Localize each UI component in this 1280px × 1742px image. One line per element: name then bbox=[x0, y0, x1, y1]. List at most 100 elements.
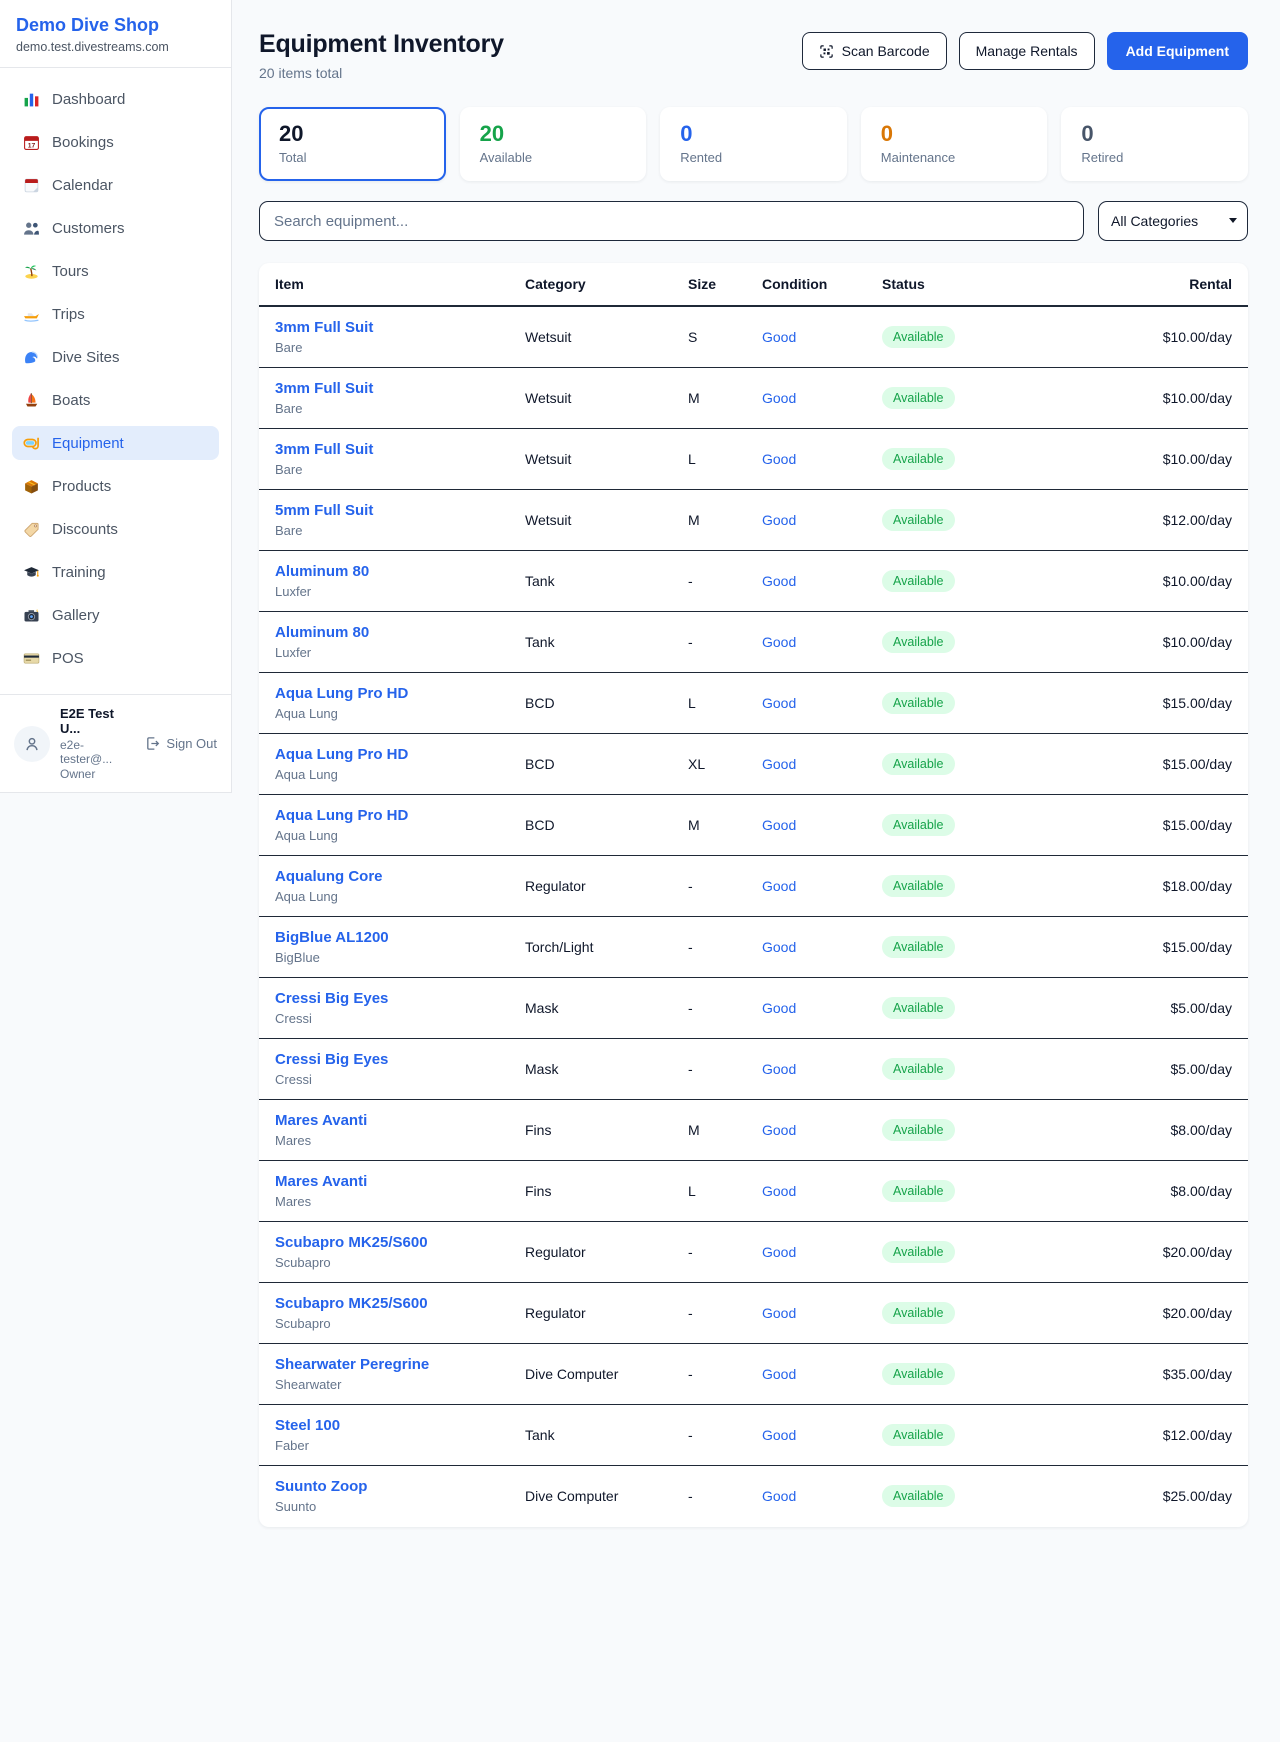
condition-link[interactable]: Good bbox=[762, 1366, 796, 1382]
stat-card-retired[interactable]: 0 Retired bbox=[1061, 107, 1248, 181]
item-link[interactable]: Cressi Big Eyes bbox=[275, 1051, 388, 1068]
condition-link[interactable]: Good bbox=[762, 878, 796, 894]
item-link[interactable]: 3mm Full Suit bbox=[275, 441, 373, 458]
sidebar-item-boats[interactable]: Boats bbox=[12, 383, 219, 417]
svg-text:17: 17 bbox=[27, 142, 35, 149]
stat-value: 0 bbox=[680, 121, 827, 147]
sidebar-item-bookings[interactable]: 17 Bookings bbox=[12, 125, 219, 159]
item-link[interactable]: Suunto Zoop bbox=[275, 1478, 367, 1495]
calendar-icon bbox=[22, 176, 40, 194]
condition-link[interactable]: Good bbox=[762, 695, 796, 711]
condition-link[interactable]: Good bbox=[762, 939, 796, 955]
condition-link[interactable]: Good bbox=[762, 1000, 796, 1016]
equipment-row-3mm-full-suit[interactable]: 3mm Full Suit Bare Wetsuit L Good Availa… bbox=[259, 429, 1248, 490]
condition-link[interactable]: Good bbox=[762, 512, 796, 528]
item-link[interactable]: Scubapro MK25/S600 bbox=[275, 1295, 428, 1312]
item-link[interactable]: BigBlue AL1200 bbox=[275, 929, 389, 946]
sidebar-item-label: Trips bbox=[52, 306, 85, 323]
equipment-row-shearwater-peregrine[interactable]: Shearwater Peregrine Shearwater Dive Com… bbox=[259, 1344, 1248, 1405]
condition-link[interactable]: Good bbox=[762, 756, 796, 772]
manage-rentals-button[interactable]: Manage Rentals bbox=[959, 32, 1095, 70]
equipment-row-aqua-lung-pro-hd[interactable]: Aqua Lung Pro HD Aqua Lung BCD XL Good A… bbox=[259, 734, 1248, 795]
equipment-row-scubapro-mk25-s600[interactable]: Scubapro MK25/S600 Scubapro Regulator - … bbox=[259, 1283, 1248, 1344]
stat-card-rented[interactable]: 0 Rented bbox=[660, 107, 847, 181]
sidebar-item-training[interactable]: Training bbox=[12, 555, 219, 589]
add-equipment-button[interactable]: Add Equipment bbox=[1107, 32, 1248, 70]
sign-out-button[interactable]: Sign Out bbox=[145, 736, 217, 751]
equipment-row-cressi-big-eyes[interactable]: Cressi Big Eyes Cressi Mask - Good Avail… bbox=[259, 978, 1248, 1039]
equipment-row-bigblue-al1200[interactable]: BigBlue AL1200 BigBlue Torch/Light - Goo… bbox=[259, 917, 1248, 978]
sidebar-item-gallery[interactable]: Gallery bbox=[12, 598, 219, 632]
person-icon bbox=[23, 735, 41, 753]
category-cell: Torch/Light bbox=[525, 939, 688, 955]
item-link[interactable]: Steel 100 bbox=[275, 1417, 340, 1434]
sidebar-header: Demo Dive Shop demo.test.divestreams.com bbox=[0, 0, 231, 68]
rental-cell: $18.00/day bbox=[1044, 878, 1232, 894]
item-link[interactable]: Shearwater Peregrine bbox=[275, 1356, 429, 1373]
column-condition: Condition bbox=[762, 276, 882, 292]
condition-link[interactable]: Good bbox=[762, 329, 796, 345]
item-link[interactable]: Aqua Lung Pro HD bbox=[275, 685, 408, 702]
status-cell: Available bbox=[882, 387, 1044, 409]
item-link[interactable]: 5mm Full Suit bbox=[275, 502, 373, 519]
equipment-row-scubapro-mk25-s600[interactable]: Scubapro MK25/S600 Scubapro Regulator - … bbox=[259, 1222, 1248, 1283]
stat-card-maintenance[interactable]: 0 Maintenance bbox=[861, 107, 1048, 181]
condition-link[interactable]: Good bbox=[762, 817, 796, 833]
sidebar-item-discounts[interactable]: Discounts bbox=[12, 512, 219, 546]
item-link[interactable]: Cressi Big Eyes bbox=[275, 990, 388, 1007]
item-link[interactable]: Aluminum 80 bbox=[275, 624, 369, 641]
equipment-row-aluminum-80[interactable]: Aluminum 80 Luxfer Tank - Good Available… bbox=[259, 551, 1248, 612]
sidebar-item-customers[interactable]: Customers bbox=[12, 211, 219, 245]
sidebar-item-pos[interactable]: POS bbox=[12, 641, 219, 675]
condition-link[interactable]: Good bbox=[762, 634, 796, 650]
condition-link[interactable]: Good bbox=[762, 573, 796, 589]
category-cell: Wetsuit bbox=[525, 451, 688, 467]
equipment-row-aluminum-80[interactable]: Aluminum 80 Luxfer Tank - Good Available… bbox=[259, 612, 1248, 673]
item-link[interactable]: 3mm Full Suit bbox=[275, 380, 373, 397]
stat-card-total[interactable]: 20 Total bbox=[259, 107, 446, 181]
condition-link[interactable]: Good bbox=[762, 1427, 796, 1443]
sidebar-item-tours[interactable]: Tours bbox=[12, 254, 219, 288]
sidebar-item-trips[interactable]: Trips bbox=[12, 297, 219, 331]
condition-link[interactable]: Good bbox=[762, 1244, 796, 1260]
equipment-row-aqua-lung-pro-hd[interactable]: Aqua Lung Pro HD Aqua Lung BCD L Good Av… bbox=[259, 673, 1248, 734]
credit-card-icon bbox=[22, 649, 40, 667]
equipment-row-mares-avanti[interactable]: Mares Avanti Mares Fins M Good Available… bbox=[259, 1100, 1248, 1161]
equipment-row-3mm-full-suit[interactable]: 3mm Full Suit Bare Wetsuit M Good Availa… bbox=[259, 368, 1248, 429]
equipment-row-3mm-full-suit[interactable]: 3mm Full Suit Bare Wetsuit S Good Availa… bbox=[259, 307, 1248, 368]
sidebar-item-calendar[interactable]: Calendar bbox=[12, 168, 219, 202]
condition-link[interactable]: Good bbox=[762, 390, 796, 406]
item-link[interactable]: Aluminum 80 bbox=[275, 563, 369, 580]
equipment-row-suunto-zoop[interactable]: Suunto Zoop Suunto Dive Computer - Good … bbox=[259, 1466, 1248, 1527]
condition-link[interactable]: Good bbox=[762, 1183, 796, 1199]
status-badge: Available bbox=[882, 387, 955, 409]
sidebar-item-dashboard[interactable]: Dashboard bbox=[12, 82, 219, 116]
item-link[interactable]: Aqualung Core bbox=[275, 868, 383, 885]
equipment-row-cressi-big-eyes[interactable]: Cressi Big Eyes Cressi Mask - Good Avail… bbox=[259, 1039, 1248, 1100]
item-link[interactable]: Aqua Lung Pro HD bbox=[275, 746, 408, 763]
column-size: Size bbox=[688, 276, 762, 292]
item-link[interactable]: Mares Avanti bbox=[275, 1173, 367, 1190]
sidebar-item-products[interactable]: Products bbox=[12, 469, 219, 503]
item-link[interactable]: Scubapro MK25/S600 bbox=[275, 1234, 428, 1251]
item-link[interactable]: 3mm Full Suit bbox=[275, 319, 373, 336]
condition-link[interactable]: Good bbox=[762, 1122, 796, 1138]
scan-barcode-button[interactable]: Scan Barcode bbox=[802, 32, 947, 70]
equipment-row-aqua-lung-pro-hd[interactable]: Aqua Lung Pro HD Aqua Lung BCD M Good Av… bbox=[259, 795, 1248, 856]
item-link[interactable]: Aqua Lung Pro HD bbox=[275, 807, 408, 824]
item-link[interactable]: Mares Avanti bbox=[275, 1112, 367, 1129]
sidebar-item-dive-sites[interactable]: Dive Sites bbox=[12, 340, 219, 374]
condition-link[interactable]: Good bbox=[762, 1305, 796, 1321]
equipment-row-steel-100[interactable]: Steel 100 Faber Tank - Good Available $1… bbox=[259, 1405, 1248, 1466]
equipment-row-aqualung-core[interactable]: Aqualung Core Aqua Lung Regulator - Good… bbox=[259, 856, 1248, 917]
condition-link[interactable]: Good bbox=[762, 1488, 796, 1504]
equipment-row-mares-avanti[interactable]: Mares Avanti Mares Fins L Good Available… bbox=[259, 1161, 1248, 1222]
sidebar-item-equipment[interactable]: Equipment bbox=[12, 426, 219, 460]
size-cell: M bbox=[688, 817, 762, 833]
condition-link[interactable]: Good bbox=[762, 451, 796, 467]
stat-card-available[interactable]: 20 Available bbox=[460, 107, 647, 181]
equipment-row-5mm-full-suit[interactable]: 5mm Full Suit Bare Wetsuit M Good Availa… bbox=[259, 490, 1248, 551]
search-input[interactable] bbox=[259, 201, 1084, 241]
category-select[interactable]: All Categories bbox=[1098, 201, 1248, 241]
condition-link[interactable]: Good bbox=[762, 1061, 796, 1077]
